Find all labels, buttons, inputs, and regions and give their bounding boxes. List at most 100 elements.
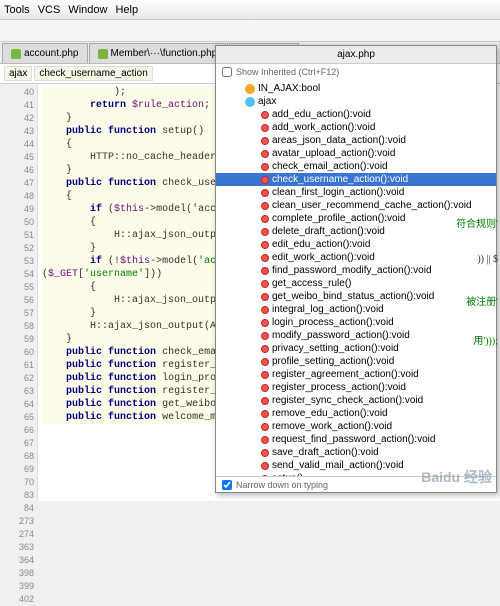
breadcrumb-class[interactable]: ajax: [4, 66, 32, 81]
menu-window[interactable]: Window: [68, 4, 107, 16]
line-number: 56: [0, 294, 34, 307]
structure-item[interactable]: register_process_action():void: [216, 381, 496, 394]
structure-item[interactable]: get_weibo_bind_status_action():void: [216, 290, 496, 303]
toolbar-icon[interactable]: [4, 23, 20, 39]
member-icon: [261, 462, 269, 470]
breadcrumb-method[interactable]: check_username_action: [34, 66, 152, 81]
structure-item[interactable]: request_find_password_action():void: [216, 433, 496, 446]
structure-item[interactable]: register_agreement_action():void: [216, 368, 496, 381]
structure-item[interactable]: integral_log_action():void: [216, 303, 496, 316]
code-fragment: 被注册': [466, 293, 498, 308]
structure-item[interactable]: profile_setting_action():void: [216, 355, 496, 368]
structure-item[interactable]: delete_draft_action():void: [216, 225, 496, 238]
php-file-icon: [11, 49, 21, 59]
menu-vcs[interactable]: VCS: [38, 4, 61, 16]
toolbar: [0, 20, 500, 42]
line-number: 57: [0, 307, 34, 320]
line-number: 40: [0, 86, 34, 99]
structure-item[interactable]: clean_user_recommend_cache_action():void: [216, 199, 496, 212]
structure-item[interactable]: find_password_modify_action():void: [216, 264, 496, 277]
member-label: register_agreement_action():void: [272, 368, 419, 381]
structure-popup: ajax.php Show Inherited (Ctrl+F12) IN_AJ…: [215, 45, 497, 493]
structure-item[interactable]: remove_edu_action():void: [216, 407, 496, 420]
member-label: integral_log_action():void: [272, 303, 384, 316]
member-icon: [261, 228, 269, 236]
member-label: areas_json_data_action():void: [272, 134, 406, 147]
structure-item[interactable]: complete_profile_action():void: [216, 212, 496, 225]
narrow-label: Narrow down on typing: [236, 480, 328, 490]
menu-help[interactable]: Help: [115, 4, 138, 16]
line-number: 63: [0, 385, 34, 398]
member-label: remove_edu_action():void: [272, 407, 388, 420]
line-number: 49: [0, 203, 34, 216]
structure-item[interactable]: remove_work_action():void: [216, 420, 496, 433]
popup-show-inherited[interactable]: Show Inherited (Ctrl+F12): [216, 64, 496, 80]
editor-tab[interactable]: Member\···\function.php: [89, 43, 227, 63]
member-icon: [261, 410, 269, 418]
structure-item[interactable]: add_work_action():void: [216, 121, 496, 134]
popup-title: ajax.php: [216, 46, 496, 64]
member-icon: [261, 150, 269, 158]
show-inherited-checkbox[interactable]: [222, 67, 232, 77]
structure-item[interactable]: edit_edu_action():void: [216, 238, 496, 251]
structure-item[interactable]: ajax: [216, 95, 496, 108]
member-label: find_password_modify_action():void: [272, 264, 432, 277]
structure-item[interactable]: IN_AJAX:bool: [216, 82, 496, 95]
member-icon: [261, 345, 269, 353]
structure-item[interactable]: check_username_action():void: [216, 173, 496, 186]
member-icon: [261, 215, 269, 223]
narrow-checkbox[interactable]: [222, 480, 232, 490]
member-label: clean_first_login_action():void: [272, 186, 404, 199]
structure-item[interactable]: get_access_rule(): [216, 277, 496, 290]
line-number: 84: [0, 502, 34, 515]
gutter: 4041424344454647484950515253545556575859…: [0, 84, 38, 501]
structure-item[interactable]: clean_first_login_action():void: [216, 186, 496, 199]
line-number: 62: [0, 372, 34, 385]
structure-item[interactable]: add_edu_action():void: [216, 108, 496, 121]
line-number: 55: [0, 281, 34, 294]
line-number: 64: [0, 398, 34, 411]
code-fragment: 符合规则': [456, 215, 498, 230]
line-number: 58: [0, 320, 34, 333]
popup-footer[interactable]: Narrow down on typing: [216, 476, 496, 492]
line-number: 59: [0, 333, 34, 346]
line-number: 70: [0, 476, 34, 489]
structure-tree[interactable]: IN_AJAX:boolajaxadd_edu_action():voidadd…: [216, 80, 496, 476]
member-icon: [261, 423, 269, 431]
member-label: login_process_action():void: [272, 316, 394, 329]
member-icon: [261, 293, 269, 301]
structure-item[interactable]: modify_password_action():void: [216, 329, 496, 342]
member-label: get_access_rule(): [272, 277, 351, 290]
line-number: 42: [0, 112, 34, 125]
member-label: edit_edu_action():void: [272, 238, 370, 251]
member-icon: [245, 97, 255, 107]
member-label: add_work_action():void: [272, 121, 375, 134]
structure-item[interactable]: check_email_action():void: [216, 160, 496, 173]
structure-item[interactable]: areas_json_data_action():void: [216, 134, 496, 147]
code-fragment: 用')));: [473, 332, 498, 347]
line-number: 61: [0, 359, 34, 372]
structure-item[interactable]: avatar_upload_action():void: [216, 147, 496, 160]
member-label: complete_profile_action():void: [272, 212, 405, 225]
line-number: 363: [0, 541, 34, 554]
member-icon: [261, 449, 269, 457]
structure-item[interactable]: save_draft_action():void: [216, 446, 496, 459]
editor-tab[interactable]: account.php: [2, 43, 88, 63]
member-icon: [245, 84, 255, 94]
structure-item[interactable]: edit_work_action():void: [216, 251, 496, 264]
member-label: clean_user_recommend_cache_action():void: [272, 199, 472, 212]
member-icon: [261, 436, 269, 444]
line-number: 47: [0, 177, 34, 190]
member-icon: [261, 241, 269, 249]
menu-tools[interactable]: Tools: [4, 4, 30, 16]
member-label: delete_draft_action():void: [272, 225, 385, 238]
member-label: remove_work_action():void: [272, 420, 392, 433]
structure-item[interactable]: send_valid_mail_action():void: [216, 459, 496, 472]
structure-item[interactable]: login_process_action():void: [216, 316, 496, 329]
line-number: 60: [0, 346, 34, 359]
member-icon: [261, 397, 269, 405]
member-icon: [261, 267, 269, 275]
structure-item[interactable]: register_sync_check_action():void: [216, 394, 496, 407]
member-icon: [261, 124, 269, 132]
structure-item[interactable]: privacy_setting_action():void: [216, 342, 496, 355]
